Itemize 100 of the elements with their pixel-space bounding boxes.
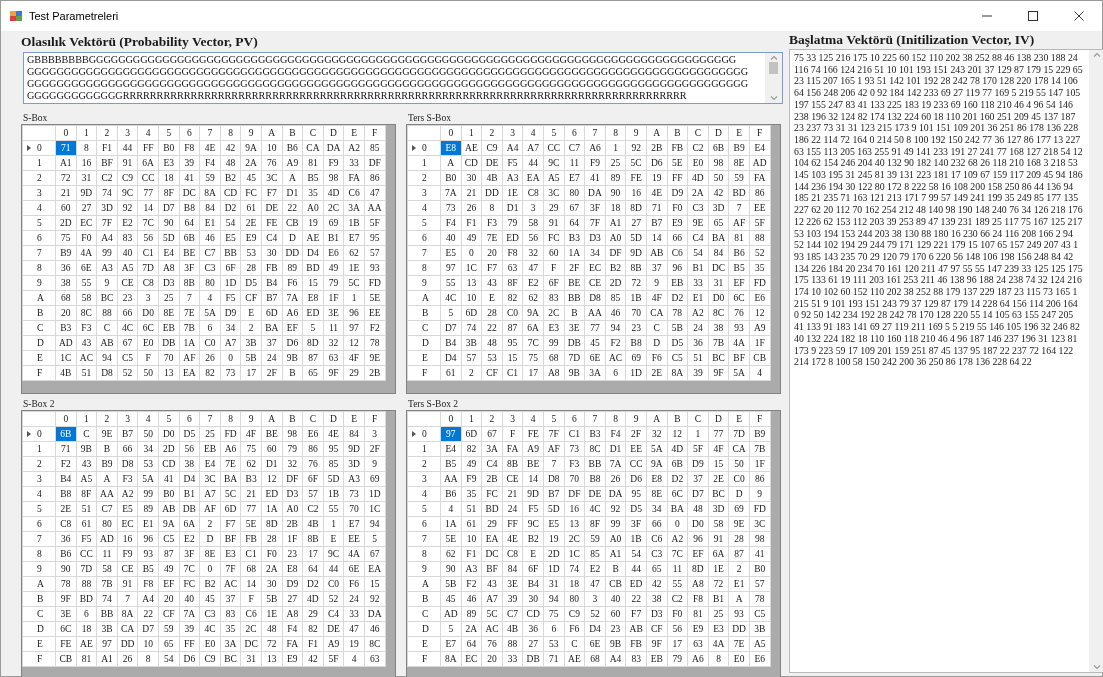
table-cell[interactable]: C2 bbox=[667, 591, 688, 607]
table-cell[interactable]: 27 bbox=[282, 591, 303, 607]
table-cell[interactable]: FA bbox=[343, 170, 365, 186]
table-cell[interactable]: FD bbox=[220, 426, 241, 442]
table-cell[interactable]: DE bbox=[323, 621, 344, 637]
table-cell[interactable]: 3E bbox=[502, 576, 523, 592]
table-cell[interactable]: 86 bbox=[364, 170, 385, 186]
table-cell[interactable]: 5A bbox=[646, 441, 668, 457]
table-cell[interactable]: 2C bbox=[564, 531, 585, 547]
table-cell[interactable]: D3 bbox=[646, 606, 668, 622]
table-cell[interactable]: AE bbox=[564, 651, 585, 667]
table-cell[interactable]: C7 bbox=[502, 606, 523, 622]
data-grid[interactable] bbox=[21, 124, 396, 394]
table-cell[interactable]: CF bbox=[481, 365, 503, 381]
table-cell[interactable]: 22 bbox=[282, 200, 303, 216]
table-cell[interactable]: 15 bbox=[502, 350, 523, 366]
table-cell[interactable]: 3A bbox=[584, 365, 606, 381]
table-cell[interactable]: A1 bbox=[605, 546, 626, 562]
table-cell[interactable]: 55 bbox=[667, 576, 688, 592]
table-cell[interactable]: 95 bbox=[364, 230, 385, 246]
table-cell[interactable]: 0 bbox=[220, 350, 241, 366]
table-cell[interactable]: 6B bbox=[708, 140, 729, 156]
table-cell[interactable]: 9E bbox=[687, 215, 709, 231]
table-cell[interactable]: 4A bbox=[728, 335, 750, 351]
table-cell[interactable]: 44 bbox=[323, 561, 344, 577]
table-cell[interactable]: 8 bbox=[76, 140, 97, 156]
table-cell[interactable]: 3F bbox=[179, 546, 200, 562]
table-cell[interactable]: 3E bbox=[55, 606, 77, 622]
table-cell[interactable]: B2 bbox=[199, 576, 221, 592]
table-cell[interactable]: 91 bbox=[708, 531, 729, 547]
table-cell[interactable]: 39 bbox=[179, 621, 200, 637]
text-area[interactable] bbox=[789, 49, 1103, 673]
table-cell[interactable]: 47 bbox=[522, 260, 544, 276]
table-cell[interactable]: 52 bbox=[749, 245, 770, 261]
table-cell[interactable]: 17 bbox=[302, 546, 324, 562]
table-cell[interactable]: 81 bbox=[728, 230, 750, 246]
table-cell[interactable]: 3D bbox=[708, 501, 729, 517]
table-cell[interactable]: 31 bbox=[76, 170, 97, 186]
table-cell[interactable]: 49 bbox=[461, 456, 482, 472]
table-cell[interactable]: 9C bbox=[323, 546, 344, 562]
table-cell[interactable]: DF bbox=[282, 471, 303, 487]
table-cell[interactable]: BB bbox=[584, 456, 606, 472]
table-cell[interactable]: 8 bbox=[137, 651, 159, 667]
table-cell[interactable]: DE bbox=[481, 155, 503, 171]
table-cell[interactable]: A9 bbox=[522, 441, 544, 457]
table-cell[interactable]: C6 bbox=[667, 245, 688, 261]
table-cell[interactable]: B0 bbox=[158, 486, 180, 502]
table-cell[interactable]: 54 bbox=[158, 651, 180, 667]
table-cell[interactable]: 76 bbox=[261, 155, 283, 171]
table-cell[interactable]: 75 bbox=[240, 441, 262, 457]
table-cell[interactable]: 52 bbox=[584, 606, 606, 622]
table-cell[interactable]: 46 bbox=[199, 230, 221, 246]
table-cell[interactable]: 90 bbox=[55, 561, 77, 577]
table-cell[interactable]: A0 bbox=[605, 230, 626, 246]
table-cell[interactable]: 4B bbox=[302, 516, 324, 532]
table-cell[interactable]: DA bbox=[605, 486, 626, 502]
table-cell[interactable]: 9A bbox=[646, 456, 668, 472]
table-cell[interactable]: 93 bbox=[364, 260, 385, 276]
table-cell[interactable]: EE bbox=[343, 531, 365, 547]
table-cell[interactable]: 92 bbox=[117, 200, 138, 216]
table-cell[interactable]: 36 bbox=[55, 260, 77, 276]
table-cell[interactable]: E1 bbox=[728, 576, 750, 592]
table-cell[interactable]: C0 bbox=[199, 335, 221, 351]
table-cell[interactable]: 82 bbox=[302, 621, 324, 637]
table-cell[interactable]: 38 bbox=[646, 591, 668, 607]
table-cell[interactable]: 99 bbox=[543, 335, 565, 351]
table-cell[interactable]: 64 bbox=[564, 215, 585, 231]
table-cell[interactable]: 81 bbox=[76, 651, 97, 667]
data-grid[interactable] bbox=[406, 410, 781, 677]
table-cell[interactable]: D9 bbox=[667, 185, 688, 201]
table-cell[interactable]: 9F bbox=[708, 365, 729, 381]
table-cell[interactable]: 45 bbox=[440, 591, 462, 607]
table-cell[interactable]: DA bbox=[364, 606, 385, 622]
table-cell[interactable]: DC bbox=[481, 546, 503, 562]
table-cell[interactable]: 6E bbox=[343, 561, 365, 577]
table-cell[interactable]: 9 bbox=[749, 486, 770, 502]
table-cell[interactable]: DC bbox=[240, 636, 262, 652]
table-cell[interactable]: 56 bbox=[522, 230, 544, 246]
table-cell[interactable]: EB bbox=[667, 275, 688, 291]
table-cell[interactable]: F3 bbox=[481, 215, 503, 231]
table-cell[interactable]: ED bbox=[625, 576, 647, 592]
table-cell[interactable]: 18 bbox=[605, 200, 626, 216]
table-cell[interactable]: 5F bbox=[323, 651, 344, 667]
table-cell[interactable]: C7 bbox=[96, 501, 118, 517]
table-cell[interactable]: 25 bbox=[199, 426, 221, 442]
table-cell[interactable]: 64 bbox=[179, 215, 200, 231]
table-cell[interactable]: 1C bbox=[55, 350, 77, 366]
table-cell[interactable]: 56 bbox=[667, 621, 688, 637]
table-cell[interactable]: D bbox=[646, 335, 668, 351]
table-cell[interactable]: A bbox=[282, 170, 303, 186]
table-cell[interactable]: 98 bbox=[282, 426, 303, 442]
data-grid[interactable] bbox=[406, 124, 781, 394]
table-cell[interactable]: 0 bbox=[461, 245, 482, 261]
table-cell[interactable]: 60 bbox=[55, 200, 77, 216]
table-cell[interactable]: 21 bbox=[461, 185, 482, 201]
table-cell[interactable]: 2F bbox=[564, 260, 585, 276]
table-cell[interactable]: F7 bbox=[625, 606, 647, 622]
table-cell[interactable]: 96 bbox=[343, 305, 365, 321]
table-cell[interactable]: 42 bbox=[646, 576, 668, 592]
table-cell[interactable]: 6 bbox=[76, 606, 97, 622]
